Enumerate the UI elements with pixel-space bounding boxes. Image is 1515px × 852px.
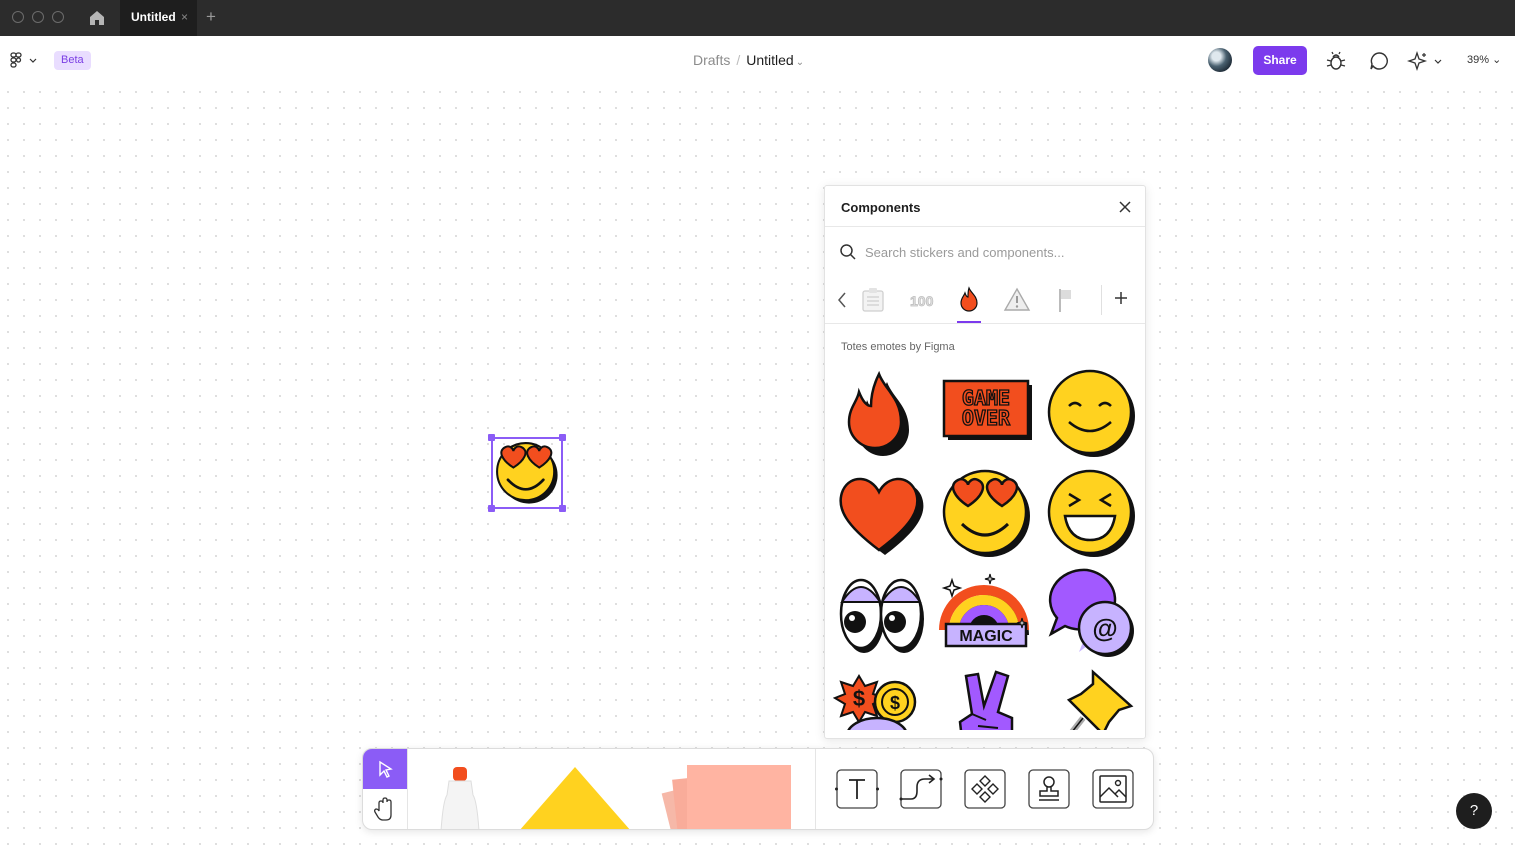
game-over-sticker[interactable]: GAME OVER (938, 366, 1034, 460)
heart-eyes-emoji-icon (942, 469, 1030, 557)
text-tool-button[interactable] (835, 769, 879, 809)
zoom-level[interactable]: 39% ⌄ (1467, 53, 1501, 66)
bottom-toolbar (362, 748, 1154, 830)
resize-handle-bottom-left[interactable] (488, 505, 495, 512)
heart-icon (839, 477, 924, 555)
warning-icon[interactable] (1002, 285, 1032, 315)
heart-sticker[interactable] (833, 466, 929, 560)
zoom-value: 39% (1467, 54, 1490, 66)
smile-sticker[interactable] (1043, 366, 1139, 460)
flag-icon[interactable] (1050, 285, 1080, 315)
editor-toolbar: Beta Drafts / Untitled ⌄ Share 39% ⌄ (0, 36, 1515, 84)
mention-at-label: @ (1092, 613, 1117, 643)
numbers-icon[interactable]: 100 (906, 285, 936, 315)
hand-tool-button[interactable] (363, 789, 407, 829)
shape-tool-button[interactable] (515, 763, 635, 830)
divider (1101, 285, 1102, 315)
divider (407, 749, 408, 829)
components-panel: Components 100 Totes emotes by Figma (824, 185, 1146, 739)
avatar[interactable] (1208, 48, 1232, 72)
divider (825, 323, 1145, 324)
figma-logo-icon (10, 52, 37, 68)
file-name[interactable]: Untitled (746, 52, 793, 68)
notepad-icon[interactable] (858, 285, 888, 315)
laughing-emoji-icon (1047, 469, 1135, 557)
eyes-icon (839, 578, 924, 653)
magic-rainbow-icon: MAGIC (939, 573, 1029, 648)
breadcrumb-separator: / (736, 52, 741, 68)
share-button[interactable]: Share (1253, 46, 1307, 75)
tab-untitled[interactable]: Untitled × (120, 0, 197, 36)
tab-close-icon[interactable]: × (181, 10, 188, 24)
cursor-icon (379, 760, 393, 778)
stamp-tool-button[interactable] (1027, 769, 1071, 809)
divider (825, 226, 1145, 227)
game-over-line2: OVER (962, 406, 1011, 430)
peace-hand-sticker[interactable] (938, 666, 1034, 730)
smile-emoji-icon (1047, 369, 1135, 457)
home-icon[interactable] (88, 9, 106, 27)
fire-icon (847, 370, 909, 456)
help-button[interactable]: ? (1456, 793, 1492, 829)
breadcrumb-drafts[interactable]: Drafts (693, 52, 730, 68)
sticky-note-tool-button[interactable] (659, 761, 799, 830)
breadcrumb: Drafts / Untitled ⌄ (693, 52, 804, 68)
tab-label: Untitled (131, 10, 176, 24)
money-icon: $ $ (833, 674, 917, 730)
window-close-button[interactable] (12, 11, 24, 23)
eyes-sticker[interactable] (833, 566, 929, 660)
main-menu-button[interactable] (8, 50, 40, 70)
money-sticker[interactable]: $ $ (833, 666, 929, 730)
laughing-sticker[interactable] (1043, 466, 1139, 560)
heart-eyes-emoji-icon (496, 442, 558, 504)
panel-title: Components (841, 200, 921, 215)
resize-handle-bottom-right[interactable] (559, 505, 566, 512)
sticker-grid: GAME OVER MAGIC @ $ $ (833, 366, 1139, 730)
image-tool-button[interactable] (1091, 769, 1135, 809)
zoom-chevron-down-icon: ⌄ (1492, 54, 1502, 66)
search-icon (840, 244, 856, 260)
pushpin-sticker[interactable] (1043, 666, 1139, 730)
mention-bubble-sticker[interactable]: @ (1043, 566, 1139, 660)
game-over-icon: GAME OVER (942, 379, 1032, 440)
money-dollar-label: $ (853, 686, 865, 711)
window-titlebar: Untitled × + (0, 0, 1515, 36)
fire-sticker[interactable] (833, 366, 929, 460)
connector-tool-button[interactable] (899, 769, 943, 809)
new-tab-button[interactable]: + (206, 7, 216, 27)
comment-icon[interactable] (1368, 50, 1390, 72)
mention-bubble-icon: @ (1048, 568, 1134, 657)
move-tool-button[interactable] (363, 749, 407, 789)
component-tool-button[interactable] (963, 769, 1007, 809)
window-maximize-button[interactable] (52, 11, 64, 23)
window-minimize-button[interactable] (32, 11, 44, 23)
section-title: Totes emotes by Figma (841, 341, 955, 353)
selected-heart-eyes-sticker[interactable] (488, 434, 566, 512)
chevron-down-icon[interactable]: ⌄ (796, 57, 804, 68)
divider (815, 749, 816, 829)
magic-label: MAGIC (959, 628, 1013, 645)
fire-icon[interactable] (954, 285, 984, 315)
peace-hand-icon (958, 670, 1014, 730)
bug-icon[interactable] (1325, 50, 1347, 72)
hand-icon (374, 797, 392, 821)
resize-handle-top-right[interactable] (559, 434, 566, 441)
resize-handle-top-left[interactable] (488, 434, 495, 441)
ai-sparkle-icon[interactable] (1407, 50, 1445, 72)
heart-eyes-sticker[interactable] (938, 466, 1034, 560)
pushpin-icon (1066, 669, 1134, 730)
canvas[interactable] (0, 84, 1515, 852)
svg-text:100: 100 (910, 293, 934, 309)
add-icon[interactable] (1113, 290, 1129, 306)
close-icon[interactable] (1117, 199, 1133, 215)
magic-rainbow-sticker[interactable]: MAGIC (938, 566, 1034, 660)
marker-tool-button[interactable] (433, 763, 489, 830)
search-input[interactable] (865, 240, 1135, 264)
beta-badge: Beta (54, 51, 91, 70)
svg-text:$: $ (890, 693, 900, 713)
chevron-left-icon[interactable] (835, 290, 849, 310)
